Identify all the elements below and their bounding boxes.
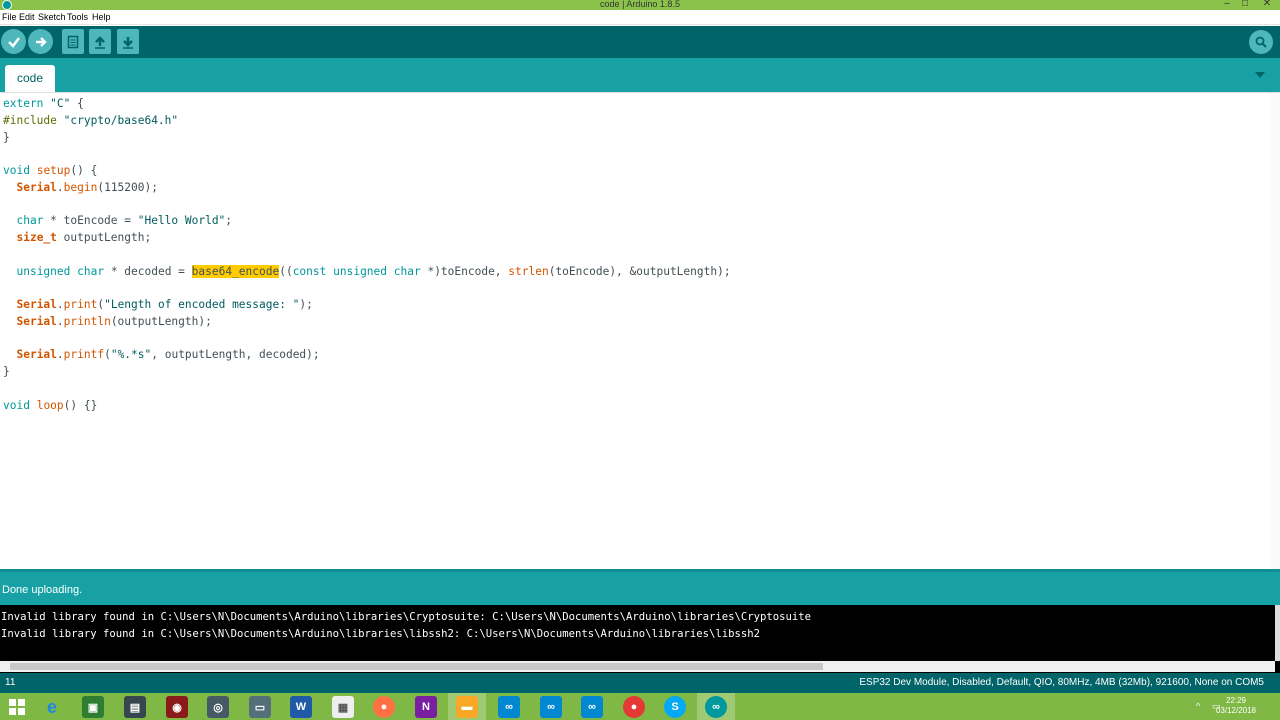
- menu-file[interactable]: File: [2, 12, 17, 22]
- arduino-icon[interactable]: ∞: [705, 696, 727, 718]
- windows-start-icon[interactable]: [6, 696, 28, 718]
- verify-button[interactable]: [1, 29, 26, 54]
- chrome-icon[interactable]: ●: [623, 696, 645, 718]
- app-icon[interactable]: ◉: [166, 696, 188, 718]
- code-text[interactable]: extern "C" { #include "crypto/base64.h" …: [3, 96, 731, 414]
- new-sketch-button[interactable]: [62, 29, 84, 54]
- chevron-down-icon[interactable]: [1254, 70, 1266, 80]
- console-line: Invalid library found in C:\Users\N\Docu…: [1, 628, 760, 640]
- code-line: #include "crypto/base64.h": [3, 113, 179, 127]
- tab-bar: code: [0, 58, 1280, 92]
- console-vertical-scrollbar[interactable]: [1275, 605, 1280, 661]
- code-line: }: [3, 130, 10, 144]
- folder-icon[interactable]: ▬: [456, 696, 478, 718]
- upload-button[interactable]: [28, 29, 53, 54]
- firefox-icon[interactable]: ●: [373, 696, 395, 718]
- magnifier-icon: [1255, 36, 1267, 48]
- title-bar: code | Arduino 1.8.5 – □ ✕: [0, 0, 1280, 10]
- document-icon[interactable]: ▦: [332, 696, 354, 718]
- selected-text: base64_encode: [191, 264, 280, 278]
- internet-explorer-icon[interactable]: e: [41, 696, 63, 718]
- arduino-ide-icon[interactable]: ∞: [581, 696, 603, 718]
- scrollbar-thumb[interactable]: [10, 663, 823, 670]
- save-down-arrow-icon: [123, 36, 133, 49]
- arrow-right-icon: [35, 36, 47, 47]
- window-title: code | Arduino 1.8.5: [600, 0, 680, 9]
- status-bar: Done uploading.: [0, 569, 1280, 605]
- taskbar: e ▣ ▤ ◉ ◎ ▭ W ▦ ● N ▬ ∞ ∞ ∞ ● S ∞ ^ ▭ 22…: [0, 693, 1280, 720]
- code-line: void setup() {: [3, 164, 98, 177]
- menu-bar: File Edit Sketch Tools Help: [0, 10, 1280, 25]
- code-line: Serial.println(outputLength);: [16, 314, 212, 328]
- code-line: size_t outputLength;: [16, 231, 152, 244]
- close-button[interactable]: ✕: [1260, 0, 1274, 10]
- code-line: unsigned char * decoded = base64_encode(…: [16, 264, 731, 278]
- maximize-button[interactable]: □: [1238, 0, 1252, 10]
- open-up-arrow-icon: [95, 35, 105, 49]
- status-message: Done uploading.: [2, 584, 83, 596]
- toolbar: [0, 26, 1280, 58]
- board-info: ESP32 Dev Module, Disabled, Default, QIO…: [859, 677, 1264, 688]
- arduino-ide-icon[interactable]: ∞: [540, 696, 562, 718]
- footer-bar: 11 ESP32 Dev Module, Disabled, Default, …: [0, 673, 1280, 693]
- menu-sketch[interactable]: Sketch: [38, 12, 66, 22]
- code-line: }: [3, 365, 10, 378]
- save-button[interactable]: [117, 29, 139, 54]
- app-icon[interactable]: ▤: [124, 696, 146, 718]
- minimize-button[interactable]: –: [1220, 0, 1234, 10]
- check-icon: [7, 36, 20, 48]
- tray-arrow-icon[interactable]: ^: [1196, 701, 1200, 711]
- editor-scrollbar[interactable]: [1270, 93, 1280, 570]
- app-icon[interactable]: ◎: [207, 696, 229, 718]
- line-number: 11: [5, 677, 16, 688]
- arduino-ide-icon[interactable]: ∞: [498, 696, 520, 718]
- clock-date: 03/12/2018: [1215, 706, 1256, 715]
- menu-tools[interactable]: Tools: [67, 12, 88, 22]
- code-line: Serial.print("Length of encoded message:…: [16, 298, 313, 311]
- word-icon[interactable]: W: [290, 696, 312, 718]
- clock[interactable]: 22:29 03/12/2018: [1216, 696, 1256, 716]
- menu-edit[interactable]: Edit: [19, 12, 35, 22]
- menu-help[interactable]: Help: [92, 12, 111, 22]
- open-button[interactable]: [89, 29, 111, 54]
- skype-icon[interactable]: S: [664, 696, 686, 718]
- code-line: void loop() {}: [3, 398, 98, 412]
- code-line: Serial.printf("%.*s", outputLength, deco…: [16, 348, 320, 362]
- code-line: Serial.begin(115200);: [16, 180, 158, 194]
- code-line: char * toEncode = "Hello World";: [16, 214, 233, 228]
- serial-monitor-button[interactable]: [1249, 30, 1273, 54]
- console-horizontal-scrollbar[interactable]: [0, 661, 1275, 672]
- app-icon[interactable]: ▭: [249, 696, 271, 718]
- store-icon[interactable]: ▣: [82, 696, 104, 718]
- code-editor[interactable]: extern "C" { #include "crypto/base64.h" …: [0, 92, 1280, 570]
- code-line: extern "C" {: [3, 97, 84, 110]
- tab-code[interactable]: code: [5, 65, 55, 92]
- onenote-icon[interactable]: N: [415, 696, 437, 718]
- clock-time: 22:29: [1225, 696, 1246, 705]
- new-file-icon: [67, 35, 79, 48]
- console-line: Invalid library found in C:\Users\N\Docu…: [1, 611, 812, 623]
